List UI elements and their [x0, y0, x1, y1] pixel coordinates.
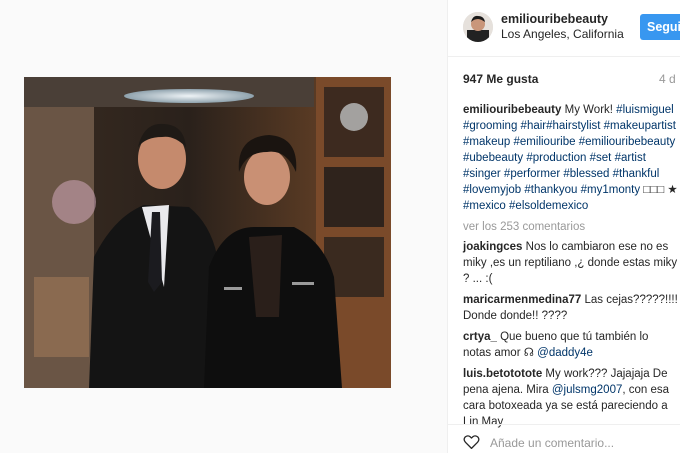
hashtag[interactable]: #thankyou [524, 184, 577, 196]
hashtag[interactable]: #set [590, 152, 612, 164]
symbol-glyphs: □□□ [643, 184, 665, 196]
hashtag[interactable]: #artist [615, 152, 646, 164]
caption: emiliouribebeauty My Work! #luismiguel #… [463, 102, 678, 214]
comment-username[interactable]: crtya_ [463, 331, 497, 343]
mention-link[interactable]: @daddy4e [537, 347, 593, 359]
media-panel [0, 0, 448, 453]
post-footer: Añade un comentario... [448, 424, 680, 454]
hashtag[interactable]: #lovemyjob [463, 184, 521, 196]
post-side-panel: emiliouribebeauty Los Angeles, Californi… [448, 0, 680, 453]
hashtag[interactable]: #thankful [613, 168, 660, 180]
caption-username[interactable]: emiliouribebeauty [463, 104, 561, 116]
hashtag[interactable]: #hair [521, 120, 547, 132]
post-header: emiliouribebeauty Los Angeles, Californi… [448, 0, 680, 57]
view-all-comments-link[interactable]: ver los 253 comentarios [463, 219, 678, 235]
heart-icon[interactable] [463, 434, 480, 450]
hashtag[interactable]: #luismiguel [616, 104, 674, 116]
comment-item: luis.betototote My work??? Jajajaja De p… [463, 366, 678, 430]
photo-illustration [24, 77, 391, 388]
hashtag[interactable]: #production [526, 152, 586, 164]
hashtag[interactable]: #emiliouribebeauty [579, 136, 676, 148]
hashtag[interactable]: #hairstylist [546, 120, 600, 132]
location-link[interactable]: Los Angeles, California [501, 27, 624, 41]
header-username[interactable]: emiliouribebeauty [501, 12, 608, 26]
hashtag[interactable]: #grooming [463, 120, 517, 132]
avatar[interactable] [463, 12, 493, 42]
mention-link[interactable]: @julsmg2007 [552, 384, 623, 396]
likes-count[interactable]: 947 Me gusta [463, 72, 538, 86]
star-icon: ★ [667, 184, 678, 196]
hashtag[interactable]: #mexico [463, 200, 506, 212]
comments-list: emiliouribebeauty My Work! #luismiguel #… [463, 102, 678, 435]
avatar-image [463, 12, 493, 42]
follow-button[interactable]: Seguir [640, 14, 680, 40]
hashtag[interactable]: #performer [504, 168, 560, 180]
hashtag[interactable]: #emiliouribe [514, 136, 576, 148]
hashtag[interactable]: #makeup [463, 136, 510, 148]
comment-item: maricarmenmedina77 Las cejas?????!!!! Do… [463, 292, 678, 324]
hashtag[interactable]: #my1monty [581, 184, 640, 196]
emoji-icon: ☊ [523, 347, 534, 359]
comment-item: joakingces Nos lo cambiaron ese no es mi… [463, 239, 678, 287]
comment-username[interactable]: luis.betototote [463, 368, 542, 380]
hashtag[interactable]: #ubebeauty [463, 152, 523, 164]
hashtag[interactable]: #singer [463, 168, 501, 180]
caption-text: My Work! [564, 104, 613, 116]
comment-username[interactable]: maricarmenmedina77 [463, 294, 581, 306]
post-photo[interactable] [24, 77, 391, 388]
hashtag[interactable]: #elsoldemexico [509, 200, 588, 212]
comment-item: crtya_ Que bueno que tú también lo notas… [463, 329, 678, 361]
hashtag[interactable]: #makeupartist [604, 120, 676, 132]
hashtag[interactable]: #blessed [563, 168, 609, 180]
comment-username[interactable]: joakingces [463, 241, 522, 253]
post-time-ago[interactable]: 4 d [659, 72, 676, 86]
add-comment-input[interactable]: Añade un comentario... [490, 436, 614, 450]
